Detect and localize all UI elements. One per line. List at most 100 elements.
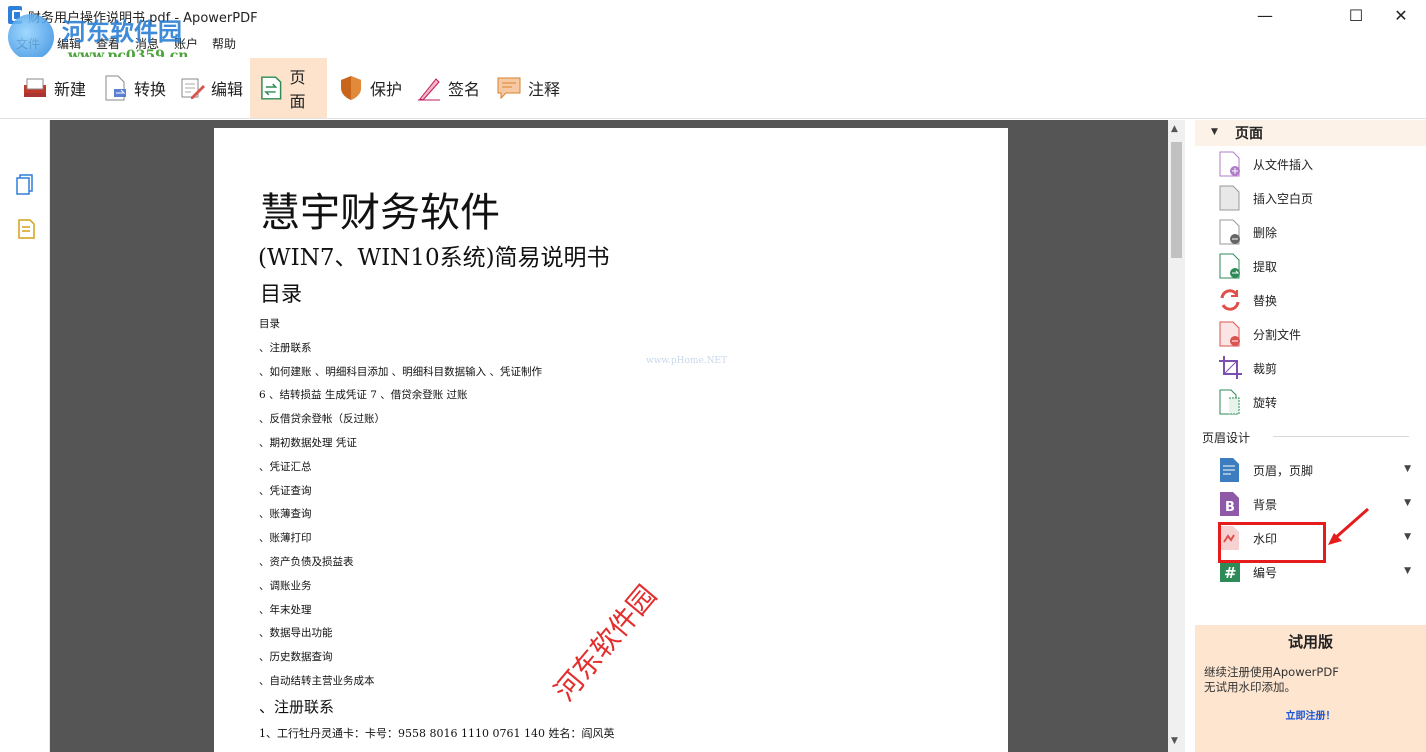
menu-view[interactable]: 查看 <box>96 35 120 52</box>
toc-line: 、期初数据处理 凭证 <box>259 436 357 449</box>
extract-page-label: 提取 <box>1253 259 1278 274</box>
toolbar-comment-button[interactable]: 注释 <box>488 58 566 118</box>
delete-page-icon <box>1219 219 1240 245</box>
toc-line: 、反借贷余登帐（反过账） <box>259 413 385 426</box>
extract-page-icon <box>1219 253 1240 279</box>
delete-page-button[interactable]: 删除 <box>1217 217 1417 247</box>
toolbar-new-button[interactable]: 新建 <box>14 58 92 118</box>
maximize-button[interactable]: ☐ <box>1334 0 1378 31</box>
annotation-highlight-box <box>1218 522 1326 563</box>
header-design-group-label: 页眉设计 <box>1202 431 1251 445</box>
toc-line: 、资产负债及损益表 <box>259 555 354 568</box>
chevron-down-icon[interactable]: ▼ <box>1404 498 1411 508</box>
replace-page-label: 替换 <box>1253 293 1278 308</box>
scroll-down-arrow-icon[interactable]: ▼ <box>1171 736 1178 746</box>
crop-page-button[interactable]: 裁剪 <box>1217 353 1417 383</box>
rotate-page-label: 旋转 <box>1253 395 1278 410</box>
toolbar-edit-label: 编辑 <box>211 80 244 99</box>
toc-line: 、账薄打印 <box>259 532 312 545</box>
edit-icon <box>181 78 205 99</box>
split-file-button[interactable]: 分割文件 <box>1217 319 1417 349</box>
group-divider <box>1273 436 1409 437</box>
numbering-label: 编号 <box>1253 565 1278 580</box>
header-footer-label: 页眉，页脚 <box>1253 463 1314 478</box>
toolbar-sign-label: 签名 <box>448 80 481 99</box>
blank-page-icon <box>1219 185 1240 211</box>
background-label: 背景 <box>1253 497 1278 512</box>
rotate-icon <box>1219 389 1240 415</box>
close-button[interactable]: ✕ <box>1378 0 1424 31</box>
register-now-link[interactable]: 立即注册！ <box>1195 707 1426 722</box>
new-file-icon <box>24 78 46 97</box>
insert-blank-page-button[interactable]: 插入空白页 <box>1217 183 1417 213</box>
chevron-down-icon[interactable]: ▼ <box>1404 464 1411 474</box>
background-icon: B <box>1220 492 1239 516</box>
replace-icon <box>1220 289 1240 311</box>
chevron-down-icon[interactable]: ▼ <box>1404 566 1411 576</box>
vertical-scrollbar[interactable]: ▲ ▼ <box>1168 120 1185 752</box>
bookmarks-icon[interactable] <box>14 217 38 241</box>
insert-from-file-icon <box>1219 151 1240 177</box>
doc-subtitle: (WIN7、WIN10系统)简易说明书 <box>258 245 610 271</box>
rotate-page-button[interactable]: 旋转 <box>1217 387 1417 417</box>
minimize-button[interactable]: — <box>1242 0 1288 31</box>
split-file-icon <box>1219 321 1240 347</box>
insert-blank-page-label: 插入空白页 <box>1253 191 1314 206</box>
crop-icon <box>1219 356 1242 379</box>
svg-text:#: # <box>1224 564 1237 582</box>
document-viewer[interactable]: 慧宇财务软件 (WIN7、WIN10系统)简易说明书 目录 www.pHome.… <box>50 120 1168 752</box>
replace-page-button[interactable]: 替换 <box>1217 285 1417 315</box>
doc-contents-heading: 目录 <box>260 282 302 306</box>
extract-page-button[interactable]: 提取 <box>1217 251 1417 281</box>
window-title: 财务用户操作说明书.pdf - ApowerPDF <box>28 11 258 26</box>
toc-line: 、调账业务 <box>259 579 312 592</box>
shield-icon <box>341 76 361 100</box>
doc-title: 慧宇财务软件 <box>260 190 500 236</box>
panel-separator <box>1185 120 1195 752</box>
annotation-arrow-icon <box>1328 507 1369 545</box>
chevron-down-icon[interactable]: ▼ <box>1404 532 1411 542</box>
menu-help[interactable]: 帮助 <box>212 35 236 52</box>
menu-file[interactable]: 文件 <box>16 35 40 52</box>
trial-description: 继续注册使用ApowerPDF 无试用水印添加。 <box>1204 665 1339 694</box>
split-file-label: 分割文件 <box>1253 327 1302 342</box>
insert-from-file-label: 从文件插入 <box>1253 157 1314 172</box>
toolbar-protect-button[interactable]: 保护 <box>330 58 408 118</box>
bank-info-line: 1、工行牡丹灵通卡：卡号：9558 8016 1110 0761 140 姓名：… <box>259 727 615 740</box>
pdf-page: 慧宇财务软件 (WIN7、WIN10系统)简易说明书 目录 www.pHome.… <box>214 128 1008 752</box>
scroll-up-arrow-icon[interactable]: ▲ <box>1171 124 1178 134</box>
toc-line: 、凭证汇总 <box>259 460 312 473</box>
app-logo-icon <box>8 6 22 24</box>
menu-messages[interactable]: 消息 <box>135 35 159 52</box>
toc-line: 、自动结转主营业务成本 <box>259 674 375 687</box>
left-sidebar <box>0 120 50 752</box>
menu-edit[interactable]: 编辑 <box>57 35 81 52</box>
toc-line: 、如何建账 、明细科目添加 、明细科目数据输入 、凭证制作 <box>259 365 543 378</box>
toolbar-convert-button[interactable]: 转换 <box>94 58 172 118</box>
toolbar-protect-label: 保护 <box>370 80 403 99</box>
background-button[interactable]: B 背景 ▼ <box>1217 489 1417 519</box>
toolbar-page-button[interactable]: 页面 <box>250 58 327 118</box>
delete-page-label: 删除 <box>1253 225 1278 240</box>
toolbar-sign-button[interactable]: 签名 <box>408 58 486 118</box>
comment-icon <box>497 77 521 100</box>
toolbar-comment-label: 注释 <box>528 80 561 99</box>
panel-header[interactable]: ▼ 页面 <box>1195 120 1426 146</box>
menu-account[interactable]: 账户 <box>174 35 198 52</box>
header-footer-icon <box>1220 458 1239 482</box>
trial-banner: 试用版 继续注册使用ApowerPDF 无试用水印添加。 立即注册！ <box>1195 625 1426 752</box>
toc-line: 、账薄查询 <box>259 508 312 521</box>
convert-icon <box>105 75 126 101</box>
thumbnails-icon[interactable] <box>14 172 38 196</box>
svg-text:B: B <box>1225 500 1235 515</box>
toc-line: 目录 <box>259 318 280 330</box>
trial-title: 试用版 <box>1287 633 1333 651</box>
page-icon <box>261 76 282 100</box>
sign-icon <box>418 78 440 101</box>
header-footer-button[interactable]: 页眉，页脚 ▼ <box>1217 455 1417 485</box>
toc-line: 、凭证查询 <box>259 484 312 497</box>
panel-header-label: 页面 <box>1235 126 1263 142</box>
insert-from-file-button[interactable]: 从文件插入 <box>1217 149 1417 179</box>
scroll-thumb[interactable] <box>1171 142 1182 258</box>
toolbar-edit-button[interactable]: 编辑 <box>171 58 249 118</box>
